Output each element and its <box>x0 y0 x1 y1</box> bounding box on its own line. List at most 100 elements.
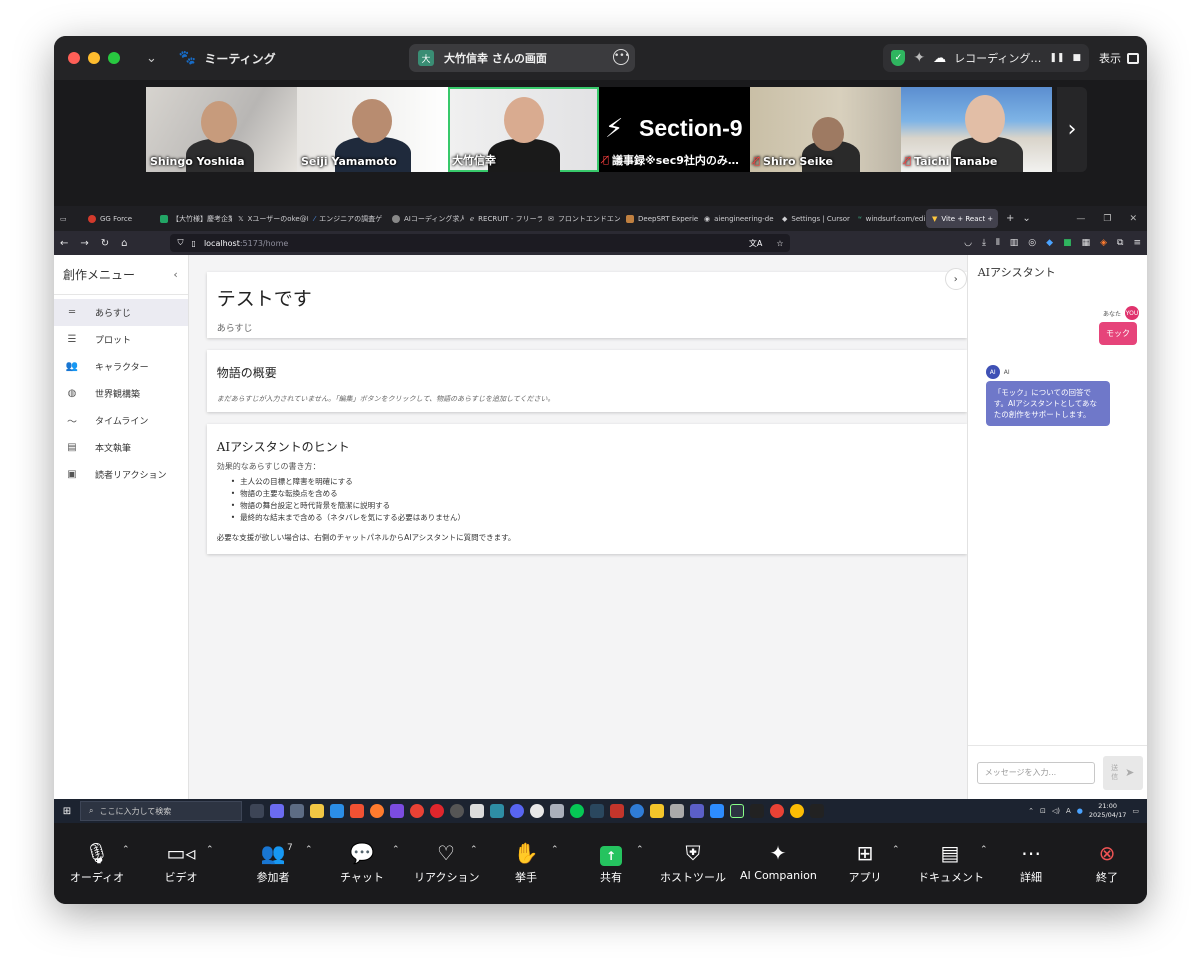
app-icon[interactable] <box>730 804 744 818</box>
chevron-up-icon[interactable]: ⌃ <box>551 845 559 855</box>
browser-tab[interactable]: ʷ windsurf.com/edi <box>852 206 926 231</box>
participant-tile-active[interactable]: 大竹信幸 <box>448 87 599 172</box>
browser-tab[interactable]: GG Force <box>82 206 154 231</box>
zoom-app-icon[interactable] <box>710 804 724 818</box>
app-icon[interactable] <box>550 804 564 818</box>
stop-recording-icon[interactable]: ■ <box>1072 53 1081 63</box>
account-icon[interactable]: ◎ <box>1028 238 1036 248</box>
sidebar-item-timeline[interactable]: 〜 タイムライン <box>54 407 188 434</box>
screen-share-indicator[interactable]: 大 大竹信幸 さんの画面 ••• <box>409 44 635 72</box>
chevron-up-icon[interactable]: ⌃ <box>392 845 400 855</box>
browser-tab[interactable]: ℯRECRUIT - フリーラン <box>464 206 542 231</box>
sidebar-item-characters[interactable]: 👥 キャラクター <box>54 353 188 380</box>
browser-tab-active[interactable]: ▼Vite + React +✕ <box>926 209 998 228</box>
translate-icon[interactable]: 文A <box>749 238 762 249</box>
network-icon[interactable]: ⊡ <box>1040 807 1046 815</box>
download-icon[interactable]: ⤓ <box>982 238 986 248</box>
teams-icon[interactable] <box>690 804 704 818</box>
weather-icon[interactable]: ● <box>1077 807 1083 815</box>
extension-icon[interactable]: ◈ <box>1100 238 1107 248</box>
edge-icon[interactable] <box>630 804 644 818</box>
ime-indicator[interactable]: A <box>1066 807 1071 815</box>
participant-tile[interactable]: Shingo Yoshida <box>146 87 297 172</box>
new-tab-button[interactable]: + <box>1006 213 1014 224</box>
explorer-icon[interactable] <box>310 804 324 818</box>
raise-hand-button[interactable]: ✋ ⌃ 挙手 <box>509 841 559 885</box>
chevron-up-icon[interactable]: ⌃ <box>206 845 214 855</box>
browser-tab[interactable]: ✉フロントエンドエンジ <box>542 206 620 231</box>
tab-close-icon[interactable]: ✕ <box>997 215 998 223</box>
minimize-icon[interactable]: — <box>1076 214 1085 224</box>
end-meeting-button[interactable]: ⊗ 終了 <box>1092 841 1122 885</box>
taskbar-search[interactable]: ⌕ ここに入力して検索 <box>80 801 242 821</box>
sidebar-item-worldbuilding[interactable]: ◍ 世界観構築 <box>54 380 188 407</box>
security-shield-icon[interactable]: ✓ <box>891 50 906 66</box>
home-icon[interactable]: ⌂ <box>121 238 127 249</box>
sidebar-item-writing[interactable]: ▤ 本文執筆 <box>54 434 188 461</box>
github-icon[interactable] <box>450 804 464 818</box>
browser-tab[interactable]: ◆ Settings | Cursor <box>776 206 852 231</box>
app-icon[interactable] <box>670 804 684 818</box>
app-icon[interactable] <box>650 804 664 818</box>
line-icon[interactable] <box>570 804 584 818</box>
menu-icon[interactable]: ≡ <box>1133 238 1141 248</box>
collapse-sidebar-icon[interactable]: ‹ <box>173 268 177 281</box>
chrome-icon[interactable] <box>770 804 784 818</box>
copilot-icon[interactable] <box>270 804 284 818</box>
participant-tile[interactable]: 🎙̸ Shiro Seike <box>750 87 901 172</box>
share-button[interactable]: ↑ ⌃ 共有 <box>594 841 644 885</box>
tab-overview-icon[interactable]: ▭ <box>54 206 82 231</box>
app-icon[interactable] <box>490 804 504 818</box>
host-tools-button[interactable]: ⛨ ホストツール <box>660 841 726 885</box>
restore-icon[interactable]: ❐ <box>1103 214 1111 224</box>
address-bar[interactable]: ⛉ ▯ localhost:5173/home 文A ☆ <box>169 234 790 252</box>
ai-sparkle-icon[interactable]: ✦ <box>913 50 925 66</box>
chevron-up-icon[interactable]: ⌃ <box>980 845 988 855</box>
windows-start-icon[interactable]: ⊞ <box>54 806 80 817</box>
library-icon[interactable]: ⫴ <box>996 238 1000 248</box>
chevron-up-icon[interactable]: ⌃ <box>470 845 478 855</box>
browser-tab[interactable]: ⁄ エンジニアの調査ゲ <box>308 206 386 231</box>
docs-button[interactable]: ▤ ⌃ ドキュメント <box>918 841 988 885</box>
discord-icon[interactable] <box>510 804 524 818</box>
close-window-button[interactable] <box>68 52 80 64</box>
chevron-down-icon[interactable]: ⌄ <box>146 51 157 66</box>
sidebar-item-synopsis[interactable]: ═ あらすじ <box>54 299 188 326</box>
extension-icon[interactable]: ■ <box>1063 238 1072 248</box>
participant-tile[interactable]: 🎙̸ Taichi Tanabe <box>901 87 1052 172</box>
send-button[interactable]: 送信 ➤ <box>1102 755 1143 790</box>
extension-icon[interactable]: ◆ <box>1046 238 1053 248</box>
browser-tab[interactable]: 𝕏 Xユーザーのoke@F <box>232 206 308 231</box>
more-button[interactable]: ⋯ 詳細 <box>1014 841 1048 885</box>
volume-icon[interactable]: ◁) <box>1052 807 1060 815</box>
chevron-up-icon[interactable]: ⌃ <box>305 845 313 855</box>
calculator-icon[interactable] <box>290 804 304 818</box>
chevron-up-icon[interactable]: ⌃ <box>122 845 130 855</box>
app-icon[interactable] <box>470 804 484 818</box>
browser-tab[interactable]: 【大竹様】慶考企業 <box>154 206 232 231</box>
view-button[interactable]: 表示 <box>1099 50 1139 66</box>
chevron-up-icon[interactable]: ⌃ <box>636 845 644 855</box>
video-button[interactable]: ▭◃ ⌃ ビデオ <box>158 841 214 885</box>
audio-button[interactable]: 🎙 ⌃ オーディオ <box>68 841 130 885</box>
minimize-window-button[interactable] <box>88 52 100 64</box>
taskbar-clock[interactable]: 21:00 2025/04/17 <box>1089 802 1126 820</box>
forward-icon[interactable]: → <box>80 238 88 249</box>
meeting-label[interactable]: ミーティング <box>204 50 275 67</box>
chat-button[interactable]: 💬 ⌃ チャット <box>340 841 400 885</box>
chrome-icon[interactable] <box>410 804 424 818</box>
sidebar-item-plot[interactable]: ☰ プロット <box>54 326 188 353</box>
toggle-chat-button[interactable]: › <box>944 268 967 290</box>
opera-icon[interactable] <box>430 804 444 818</box>
browser-tab[interactable]: AIコーディング求人比 <box>386 206 464 231</box>
participant-tile[interactable]: Seiji Yamamoto <box>297 87 448 172</box>
more-options-icon[interactable]: ••• <box>613 49 630 65</box>
pause-recording-icon[interactable]: ❚❚ <box>1049 53 1064 63</box>
back-icon[interactable]: ← <box>60 238 68 249</box>
steam-icon[interactable] <box>590 804 604 818</box>
git-icon[interactable] <box>350 804 364 818</box>
vscode-icon[interactable] <box>330 804 344 818</box>
extensions-puzzle-icon[interactable]: ⧉ <box>1117 238 1123 248</box>
chrome-icon[interactable] <box>790 804 804 818</box>
slack-icon[interactable] <box>530 804 544 818</box>
